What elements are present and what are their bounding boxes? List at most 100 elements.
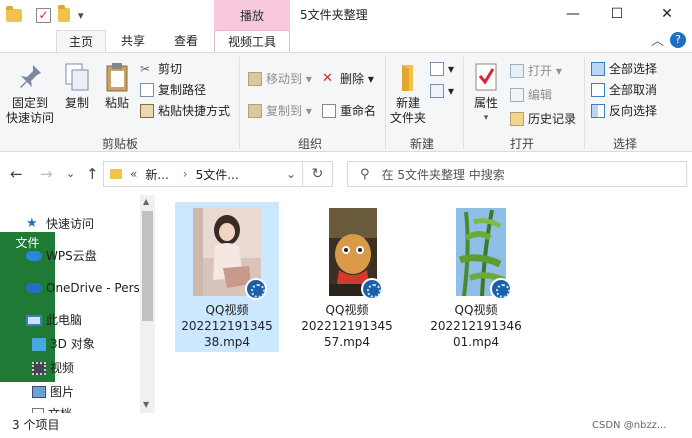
paste-label: 粘贴: [104, 96, 129, 110]
easy-access-icon: [430, 84, 444, 98]
copy-icon: [62, 61, 92, 93]
rename-icon: [322, 104, 336, 118]
nav-item-label: 快速访问: [46, 217, 95, 231]
address-dropdown[interactable]: ⌄: [286, 167, 296, 181]
pin-label: 固定到 快速访问: [6, 96, 55, 125]
properties-button[interactable]: 属性 ▾: [468, 61, 504, 126]
paste-button[interactable]: 粘贴: [100, 61, 134, 111]
breadcrumb-item[interactable]: 5文件...: [196, 166, 239, 183]
address-bar[interactable]: « 新... › 5文件... ⌄: [103, 161, 303, 187]
ribbon-separator: [385, 57, 386, 149]
close-button[interactable]: ✕: [646, 0, 688, 30]
delete-label: 删除: [340, 72, 365, 86]
scroll-up-button[interactable]: ▲: [143, 197, 149, 206]
select-all-button[interactable]: 全部选择: [591, 59, 657, 79]
select-none-label: 全部取消: [609, 83, 658, 97]
film-icon: [32, 361, 46, 375]
search-box[interactable]: ⚲ 在 5文件夹整理 中搜索: [347, 161, 687, 187]
onedrive-icon: [26, 283, 42, 293]
scrollbar-thumb[interactable]: [142, 211, 153, 321]
paste-shortcut-label: 粘贴快捷方式: [158, 104, 231, 118]
up-button[interactable]: ↑: [86, 165, 99, 183]
tab-share[interactable]: 共享: [108, 30, 158, 52]
open-label: 打开: [528, 64, 553, 78]
nav-item-onedrive[interactable]: OneDrive - Perso: [26, 277, 147, 299]
breadcrumb-item[interactable]: 新...: [145, 166, 168, 183]
open-icon: [510, 64, 524, 78]
edit-button[interactable]: 编辑: [510, 85, 552, 105]
properties-label: 属性: [473, 96, 498, 110]
file-name[interactable]: QQ视频 202212191346 01.mp4: [424, 302, 528, 350]
forward-button[interactable]: →: [40, 165, 53, 183]
file-item[interactable]: QQ视频 202212191345 38.mp4: [175, 202, 279, 352]
ribbon-separator: [239, 57, 240, 149]
maximize-button[interactable]: ☐: [596, 0, 638, 30]
tab-view[interactable]: 查看: [160, 30, 212, 52]
nav-item-label: WPS云盘: [46, 249, 97, 263]
tab-home[interactable]: 主页: [56, 30, 106, 52]
navigation-scrollbar[interactable]: ▲ ▼: [140, 195, 155, 413]
easy-access-button[interactable]: ▾: [430, 81, 454, 101]
new-folder-icon: [393, 61, 423, 93]
file-item[interactable]: QQ视频 202212191346 01.mp4: [424, 202, 528, 352]
nav-item-label: 视频: [50, 361, 75, 375]
cube-icon: [32, 337, 46, 351]
breadcrumb-separator[interactable]: ›: [183, 167, 188, 181]
copy-to-icon: [248, 104, 262, 118]
file-name[interactable]: QQ视频 202212191345 38.mp4: [175, 302, 279, 350]
title-bar: ✓ ▾ 播放 5文件夹整理 — ☐ ✕: [0, 0, 692, 30]
nav-item-pictures[interactable]: 图片: [32, 381, 74, 403]
rename-button[interactable]: 重命名: [322, 101, 376, 121]
breadcrumb-overflow[interactable]: «: [130, 167, 137, 181]
minimize-button[interactable]: —: [552, 0, 594, 30]
new-folder-quick-icon[interactable]: [58, 5, 70, 24]
nav-item-this-pc[interactable]: 此电脑: [26, 309, 82, 331]
pin-quick-access-button[interactable]: 固定到 快速访问: [6, 61, 54, 126]
copy-path-button[interactable]: 复制路径: [140, 80, 206, 100]
ribbon-separator: [584, 57, 585, 149]
nav-item-videos[interactable]: 视频: [32, 357, 74, 379]
file-name-line: 202212191346: [430, 319, 522, 333]
nav-item-documents[interactable]: 文档: [32, 403, 72, 413]
properties-quick-icon[interactable]: ✓: [36, 6, 51, 24]
new-folder-button[interactable]: 新建 文件夹: [388, 61, 428, 126]
file-name[interactable]: QQ视频 202212191345 57.mp4: [295, 302, 399, 350]
file-name-line: QQ视频: [205, 303, 249, 317]
nav-item-label: 3D 对象: [50, 337, 95, 351]
cut-button[interactable]: ✂ 剪切: [140, 59, 182, 79]
nav-item-3d-objects[interactable]: 3D 对象: [32, 333, 95, 355]
search-input[interactable]: 在 5文件夹整理 中搜索: [382, 166, 505, 183]
back-button[interactable]: ←: [10, 165, 23, 183]
nav-item-quick-access[interactable]: ★ 快速访问: [26, 213, 94, 235]
paste-shortcut-button[interactable]: 粘贴快捷方式: [140, 101, 230, 121]
recent-locations-button[interactable]: ⌄: [66, 167, 75, 180]
scroll-down-button[interactable]: ▼: [143, 400, 149, 409]
group-label-select: 选择: [612, 137, 637, 151]
ribbon: 固定到 快速访问 复制 粘贴 ✂ 剪切 复制路径 粘贴快捷方式 剪贴板 移动到 …: [0, 52, 692, 152]
pin-icon: [15, 61, 45, 93]
nav-item-wps-cloud[interactable]: WPS云盘: [26, 245, 97, 267]
context-tab-play[interactable]: 播放: [214, 0, 290, 30]
copy-to-button[interactable]: 复制到 ▾: [248, 101, 312, 121]
file-item[interactable]: QQ视频 202212191345 57.mp4: [295, 202, 399, 352]
tab-video-tools[interactable]: 视频工具: [214, 30, 290, 52]
qq-video-icon: [245, 278, 267, 300]
help-icon[interactable]: ?: [670, 32, 686, 48]
history-button[interactable]: 历史记录: [510, 109, 576, 129]
quick-access-dropdown[interactable]: ▾: [78, 6, 84, 24]
paste-shortcut-icon: [140, 104, 154, 118]
copy-label: 复制: [64, 96, 89, 110]
select-none-button[interactable]: 全部取消: [591, 80, 657, 100]
collapse-ribbon-icon[interactable]: ︿: [651, 30, 664, 49]
cut-label: 剪切: [158, 62, 183, 76]
move-to-button[interactable]: 移动到 ▾: [248, 69, 312, 89]
new-item-button[interactable]: ▾: [430, 59, 454, 79]
star-icon: ★: [26, 216, 38, 231]
open-button[interactable]: 打开 ▾: [510, 61, 562, 81]
delete-button[interactable]: ✕ 删除 ▾: [322, 69, 374, 89]
select-all-icon: [591, 62, 605, 76]
invert-selection-button[interactable]: 反向选择: [591, 101, 657, 121]
invert-selection-label: 反向选择: [609, 104, 658, 118]
refresh-button[interactable]: ↻: [303, 161, 333, 187]
copy-button[interactable]: 复制: [60, 61, 94, 111]
